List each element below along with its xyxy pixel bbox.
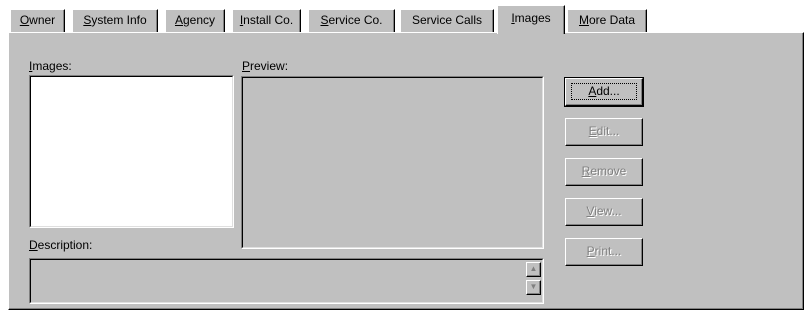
print-button[interactable]: Print... <box>565 238 643 266</box>
add-button-focus <box>571 83 637 100</box>
tab-owner-label: wner <box>29 13 56 27</box>
scroll-down-button[interactable]: ▼ <box>526 280 541 295</box>
view-button-label: iew... <box>594 204 622 218</box>
description-label: Description: <box>29 238 92 252</box>
tab-more-data[interactable]: More Data <box>567 9 647 32</box>
tab-install-co-label: nstall Co. <box>243 13 294 27</box>
tab-owner-mnemonic: O <box>19 13 30 27</box>
edit-button[interactable]: Edit... <box>565 118 643 146</box>
edit-button-mnemonic: E <box>588 124 597 138</box>
images-listbox[interactable] <box>29 75 234 228</box>
description-label-mnemonic: D <box>29 238 38 252</box>
preview-area <box>241 76 544 249</box>
tab-system-info[interactable]: System Info <box>72 9 158 32</box>
tab-install-co[interactable]: Install Co. <box>232 9 301 32</box>
preview-label: Preview: <box>242 59 288 73</box>
preview-label-mnemonic: P <box>242 59 251 73</box>
tab-service-co-label: ervice Co. <box>328 13 383 27</box>
tab-more-data-mnemonic: M <box>578 13 589 27</box>
edit-button-label: dit... <box>596 124 620 138</box>
print-button-mnemonic: P <box>586 244 595 258</box>
tab-agency-mnemonic: A <box>174 13 183 27</box>
tab-more-data-label: ore Data <box>588 13 636 27</box>
scroll-up-icon: ▲ <box>529 264 538 273</box>
images-listbox-frame <box>30 76 233 227</box>
images-label: Images: <box>29 59 72 73</box>
tab-agency-label: gency <box>182 13 216 27</box>
tab-images-label: mages <box>514 11 551 25</box>
description-textarea[interactable]: ▲ ▼ <box>29 258 544 304</box>
images-label-text: mages: <box>32 59 72 73</box>
description-textarea-frame <box>30 259 543 303</box>
images-tab-panel: Images: Preview: Description: ▲ ▼ Add...… <box>8 32 804 310</box>
remove-button[interactable]: Remove <box>565 158 643 186</box>
scroll-up-button[interactable]: ▲ <box>526 262 541 277</box>
preview-label-text: review: <box>250 59 289 73</box>
tab-service-calls[interactable]: Service Calls <box>400 9 494 32</box>
tab-system-info-label: ystem Info <box>91 13 147 27</box>
scroll-down-icon: ▼ <box>529 282 538 291</box>
remove-button-mnemonic: R <box>581 164 591 178</box>
description-label-text: escription: <box>37 238 93 252</box>
tab-images[interactable]: Images <box>497 5 565 34</box>
add-button[interactable]: Add... <box>564 77 644 107</box>
view-button[interactable]: View... <box>565 198 643 226</box>
tab-service-co[interactable]: Service Co. <box>308 9 395 32</box>
tab-service-calls-label: Service Calls <box>411 13 483 27</box>
print-button-label: rint... <box>594 244 622 258</box>
remove-button-label: emove <box>590 164 627 178</box>
tab-agency[interactable]: Agency <box>165 9 225 32</box>
preview-area-frame <box>242 77 543 248</box>
tab-owner[interactable]: Owner <box>10 9 65 32</box>
